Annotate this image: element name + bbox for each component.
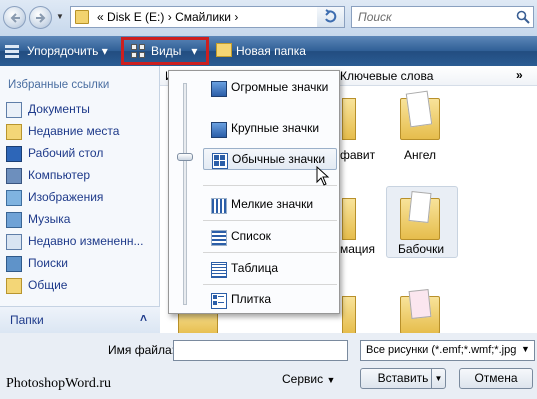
sidebar-item-searches[interactable]: Поиски — [6, 255, 156, 273]
watermark-text: PhotoshopWord.ru — [6, 376, 112, 391]
search-icon[interactable] — [516, 10, 530, 24]
organize-icon — [5, 44, 19, 58]
new-folder-button[interactable]: Новая папка — [236, 44, 306, 58]
desktop-icon — [6, 146, 22, 162]
tiles-icon — [211, 293, 227, 309]
medium-icons-icon — [212, 153, 228, 169]
file-type-select[interactable]: Все рисунки (*.emf;*.wmf;*.jpg;* ▼ — [360, 340, 535, 361]
address-field[interactable]: « Disk E (E:) › Смайлики › ▾ — [70, 6, 344, 28]
menu-item-list[interactable]: Список — [203, 226, 337, 248]
organize-dropdown-icon: ▾ — [101, 44, 108, 58]
folder-animation-icon[interactable] — [342, 190, 386, 246]
folder-icon — [75, 10, 89, 24]
cancel-button[interactable]: Отмена — [459, 368, 533, 389]
extra-large-icons-icon — [211, 81, 227, 97]
search-field[interactable]: Поиск — [351, 6, 534, 28]
forward-arrow-icon — [36, 13, 46, 23]
recent-places-icon — [6, 124, 22, 140]
tools-dropdown-icon: ▼ — [326, 375, 336, 385]
details-icon — [211, 262, 227, 278]
sidebar-item-desktop[interactable]: Рабочий стол — [6, 145, 156, 163]
column-overflow-icon[interactable]: » — [516, 68, 523, 82]
folder-alphabet-icon[interactable] — [342, 90, 386, 146]
back-button[interactable] — [3, 6, 26, 29]
searches-icon — [6, 256, 22, 272]
search-placeholder: Поиск — [358, 10, 392, 24]
path-segment-disk[interactable]: Disk E (E:) — [107, 10, 164, 24]
insert-dropdown-icon[interactable]: ▼ — [431, 369, 445, 388]
sidebar-item-music[interactable]: Музыка — [6, 211, 156, 229]
filename-input[interactable] — [173, 340, 348, 361]
computer-icon — [6, 168, 22, 184]
column-header-keywords[interactable]: Ключевые слова — [340, 69, 433, 83]
refresh-icon — [325, 9, 337, 23]
menu-separator — [203, 220, 337, 221]
menu-item-extra-large-icons[interactable]: Огромные значки — [203, 77, 337, 99]
address-path: « Disk E (E:) › Смайлики › — [97, 10, 239, 24]
sidebar-item-computer[interactable]: Компьютер — [6, 167, 156, 185]
menu-item-tiles[interactable]: Плитка — [203, 289, 337, 311]
music-icon — [6, 212, 22, 228]
file-type-dropdown-icon[interactable]: ▼ — [521, 344, 530, 354]
pictures-icon — [6, 190, 22, 206]
refresh-button[interactable] — [317, 6, 345, 28]
folder-angel-icon[interactable] — [398, 90, 442, 146]
insert-button[interactable]: Вставить ▼ — [360, 368, 446, 389]
view-size-slider-thumb[interactable] — [177, 153, 193, 161]
large-icons-icon — [211, 122, 227, 138]
menu-item-details[interactable]: Таблица — [203, 258, 337, 280]
views-highlight-frame — [121, 37, 209, 65]
documents-icon — [6, 102, 22, 118]
mouse-cursor-icon — [316, 166, 330, 186]
forward-button[interactable] — [29, 6, 52, 29]
folders-label: Папки — [10, 313, 44, 327]
recent-pages-chevron-icon[interactable]: ▼ — [56, 12, 66, 22]
new-folder-icon — [216, 43, 232, 57]
back-arrow-icon — [10, 13, 20, 23]
filename-label: Имя файла: — [108, 343, 175, 357]
file-label-alphabet[interactable]: фавит — [340, 148, 375, 162]
folders-chevron-icon[interactable]: ˄ — [140, 311, 147, 325]
menu-separator — [203, 252, 337, 253]
public-icon — [6, 278, 22, 294]
menu-item-large-icons[interactable]: Крупные значки — [203, 118, 337, 140]
view-size-slider[interactable] — [183, 83, 187, 305]
file-label-angel[interactable]: Ангел — [404, 148, 436, 162]
file-type-value: Все рисунки (*.emf;*.wmf;*.jpg;* — [366, 344, 516, 356]
small-icons-icon — [211, 198, 227, 214]
file-label-butterflies[interactable]: Бабочки — [398, 242, 444, 256]
menu-item-small-icons[interactable]: Мелкие значки — [203, 194, 337, 216]
recently-changed-icon — [6, 234, 22, 250]
folder-butterflies-icon[interactable] — [398, 190, 442, 246]
list-icon — [211, 230, 227, 246]
sidebar-item-recent-places[interactable]: Недавние места — [6, 123, 156, 141]
menu-separator — [203, 284, 337, 285]
folders-toggle[interactable]: Папки ˄ — [0, 306, 160, 333]
organize-button[interactable]: Упорядочить ▾ — [27, 44, 108, 58]
path-segment-folder[interactable]: Смайлики — [175, 10, 231, 24]
favorite-links-heading: Избранные ссылки — [8, 79, 110, 91]
sidebar-item-public[interactable]: Общие — [6, 277, 156, 295]
sidebar-item-recently-changed[interactable]: Недавно измененн... — [6, 233, 156, 251]
sidebar-item-pictures[interactable]: Изображения — [6, 189, 156, 207]
tools-menu-button[interactable]: Сервис ▼ — [282, 372, 335, 386]
sidebar-item-documents[interactable]: Документы — [6, 101, 156, 119]
